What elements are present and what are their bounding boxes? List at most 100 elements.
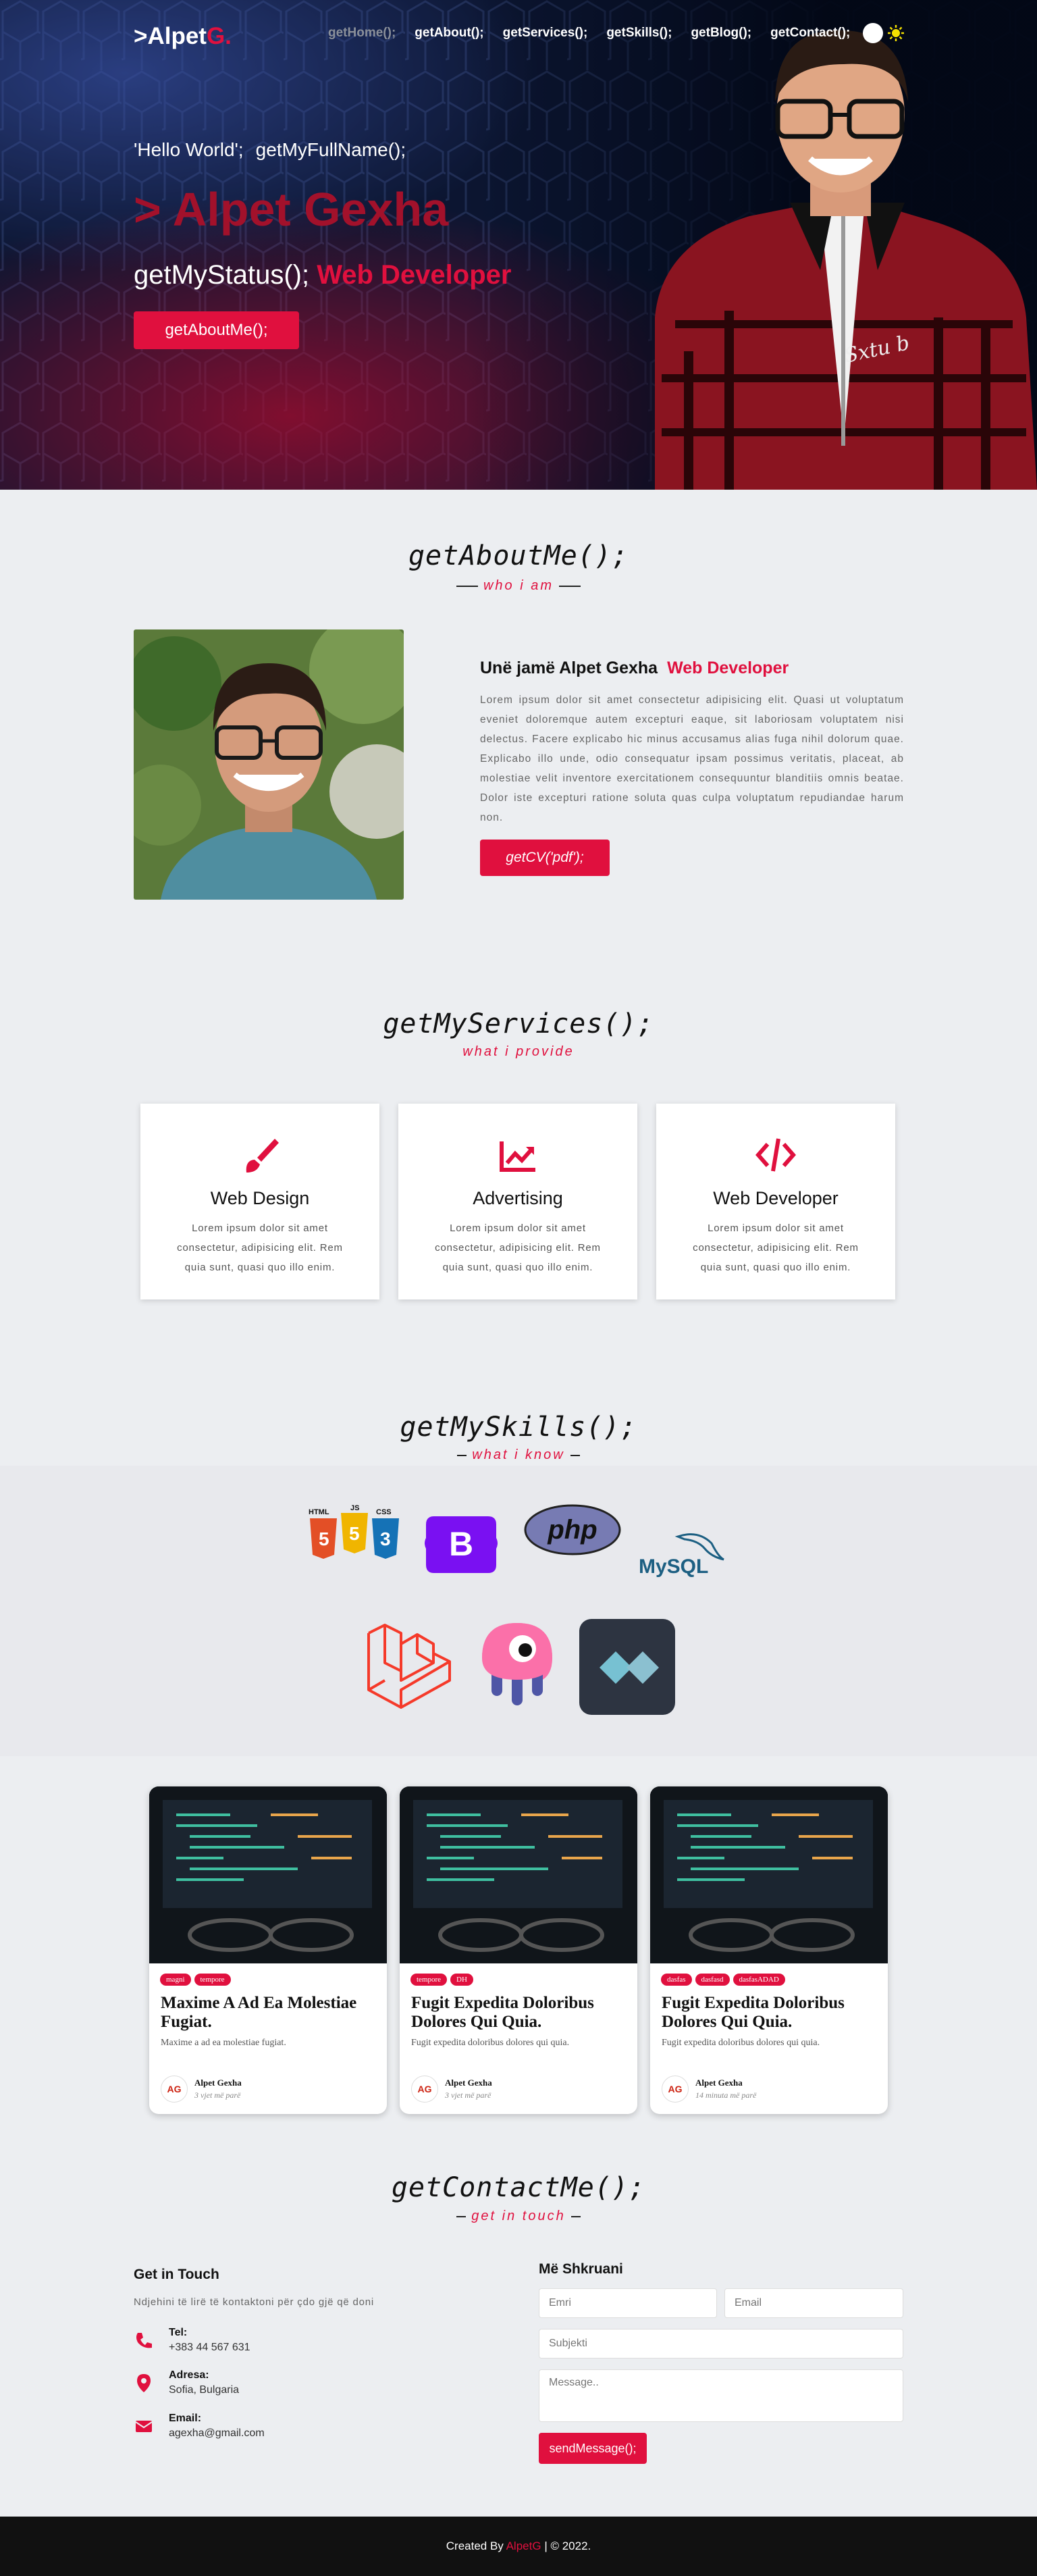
service-text: Lorem ipsum dolor sit amet consectetur, … — [435, 1222, 601, 1273]
hero-section: >AlpetG. getHome(); getAbout(); getServi… — [0, 0, 1037, 490]
nav-link-services[interactable]: getServices(); — [503, 26, 588, 41]
contact-heading: Get in Touch — [134, 2267, 219, 2282]
blog-title[interactable]: Fugit Expedita Doloribus Dolores Qui Qui… — [411, 1994, 628, 2032]
nav-link-skills[interactable]: getSkills(); — [606, 26, 672, 41]
about-me-button[interactable]: getAboutMe(); — [134, 311, 299, 349]
contact-title: getContactMe(); — [391, 2172, 646, 2203]
blog-author: AG Alpet Gexha 14 minuta më parë — [662, 2076, 756, 2103]
blog-tag[interactable]: magni — [160, 1974, 191, 1986]
svg-text:CSS: CSS — [376, 1508, 392, 1516]
theme-toggle[interactable] — [863, 23, 905, 43]
skills-subtitle: what i know — [0, 1447, 1037, 1463]
about-description: Lorem ipsum dolor sit amet consectetur a… — [480, 694, 904, 823]
navbar: >AlpetG. getHome(); getAbout(); getServi… — [134, 23, 909, 50]
svg-text:php: php — [547, 1515, 597, 1545]
nav-link-home[interactable]: getHome(); — [328, 26, 396, 41]
contact-intro: Ndjehini të lirë të kontaktoni për çdo g… — [134, 2296, 375, 2308]
laravel-icon — [367, 1624, 451, 1709]
download-cv-button[interactable]: getCV('pdf'); — [480, 840, 610, 876]
blog-tag[interactable]: tempore — [410, 1974, 448, 1986]
service-name: Advertising — [473, 1188, 563, 1208]
form-heading: Më Shkruani — [539, 2261, 623, 2277]
name-field[interactable] — [539, 2288, 717, 2318]
services-subtitle: what i provide — [462, 1044, 575, 1059]
blog-tag[interactable]: dasfasd — [695, 1974, 730, 1986]
blog-tag[interactable]: dasfasADAD — [733, 1974, 785, 1986]
nav-link-blog[interactable]: getBlog(); — [691, 26, 751, 41]
person-photo — [655, 30, 1037, 490]
svg-text:JS: JS — [350, 1505, 359, 1512]
avatar: AG — [161, 2076, 188, 2103]
brush-icon — [246, 1139, 279, 1173]
hero-greeting: 'Hello World'; getMyFullName(); — [134, 139, 406, 160]
blog-tag[interactable]: DH — [450, 1974, 473, 1986]
contact-phone: Tel: +383 44 567 631 — [134, 2327, 250, 2354]
message-field[interactable] — [539, 2369, 903, 2422]
svg-text:HTML: HTML — [309, 1508, 329, 1516]
blog-card[interactable]: magni tempore Maxime A Ad Ea Molestiae Fu… — [149, 1786, 387, 2114]
map-marker-icon — [137, 2374, 151, 2392]
services-title: getMyServices(); — [383, 1008, 654, 1039]
php-icon: php — [524, 1504, 621, 1555]
bootstrap-icon: B — [425, 1516, 498, 1573]
service-text: Lorem ipsum dolor sit amet consectetur, … — [177, 1222, 343, 1273]
blog-title[interactable]: Fugit Expedita Doloribus Dolores Qui Qui… — [662, 1994, 878, 2032]
nav-links: getHome(); getAbout(); getServices(); ge… — [328, 26, 850, 41]
svg-text:B: B — [449, 1525, 473, 1563]
svg-text:MySQL: MySQL — [639, 1555, 708, 1577]
blog-author: AG Alpet Gexha 3 vjet më parë — [411, 2076, 492, 2103]
blog-tag[interactable]: tempore — [194, 1974, 231, 1986]
blog-image — [400, 1786, 637, 1963]
blog-image — [149, 1786, 387, 1963]
sun-icon[interactable] — [887, 24, 905, 42]
contact-subtitle: get in touch — [0, 2209, 1037, 2224]
nav-link-contact[interactable]: getContact(); — [770, 26, 850, 41]
service-text: Lorem ipsum dolor sit amet consectetur, … — [693, 1222, 859, 1273]
hero-status: getMyStatus(); Web Developer — [134, 260, 512, 290]
contact-address: Adresa: Sofia, Bulgaria — [134, 2369, 239, 2396]
alpine-js-icon — [579, 1619, 675, 1715]
email-field[interactable] — [724, 2288, 903, 2318]
svg-text:3: 3 — [380, 1528, 391, 1549]
blog-card[interactable]: dasfas dasfasd dasfasADAD Fugit Expedita D… — [650, 1786, 888, 2114]
service-card-advertising: Advertising Lorem ipsum dolor sit amet c… — [398, 1104, 637, 1299]
about-heading: Unë jamë Alpet Gexha Web Developer — [480, 659, 789, 677]
service-card-web-design: Web Design Lorem ipsum dolor sit amet co… — [140, 1104, 379, 1299]
blog-description: Fugit expedita doloribus dolores qui qui… — [411, 2038, 570, 2048]
service-name: Web Developer — [713, 1188, 839, 1208]
send-message-button[interactable]: sendMessage(); — [539, 2433, 647, 2464]
chart-line-icon — [500, 1141, 535, 1172]
subject-field[interactable] — [539, 2329, 903, 2359]
svg-text:5: 5 — [349, 1523, 360, 1544]
service-card-web-developer: Web Developer Lorem ipsum dolor sit amet… — [656, 1104, 895, 1299]
blog-title[interactable]: Maxime A Ad Ea Molestiae Fugiat. — [161, 1994, 377, 2032]
contact-email: Email: agexha@gmail.com — [134, 2413, 265, 2440]
site-logo[interactable]: >AlpetG. — [134, 23, 232, 50]
phone-icon — [136, 2333, 152, 2348]
skills-title: getMySkills(); — [400, 1412, 637, 1443]
footer-brand-link[interactable]: AlpetG — [506, 2540, 541, 2552]
code-icon — [755, 1138, 796, 1172]
html-js-css-icon: HTML 5 JS 5 CSS 3 — [309, 1505, 399, 1559]
blog-author: AG Alpet Gexha 3 vjet më parë — [161, 2076, 242, 2103]
dark-mode-icon[interactable] — [863, 23, 883, 43]
svg-text:5: 5 — [319, 1528, 329, 1549]
blog-image — [650, 1786, 888, 1963]
nav-link-about[interactable]: getAbout(); — [415, 26, 483, 41]
blog-tag[interactable]: dasfas — [661, 1974, 692, 1986]
blog-description: Fugit expedita doloribus dolores qui qui… — [662, 2038, 820, 2048]
footer: Created By AlpetG | © 2022. — [0, 2517, 1037, 2576]
livewire-icon — [482, 1623, 552, 1705]
skills-band — [0, 1466, 1037, 1756]
envelope-icon — [135, 2421, 153, 2432]
blog-card[interactable]: tempore DH Fugit Expedita Doloribus Dolor… — [400, 1786, 637, 2114]
about-subtitle: who i am — [0, 578, 1037, 594]
hero-name: > Alpet Gexha — [134, 183, 449, 236]
service-name: Web Design — [210, 1188, 310, 1208]
blog-description: Maxime a ad ea molestiae fugiat. — [161, 2038, 286, 2048]
mysql-icon: MySQL — [639, 1533, 724, 1577]
avatar: AG — [411, 2076, 438, 2103]
about-title: getAboutMe(); — [408, 540, 629, 571]
about-photo — [134, 629, 404, 900]
avatar: AG — [662, 2076, 689, 2103]
